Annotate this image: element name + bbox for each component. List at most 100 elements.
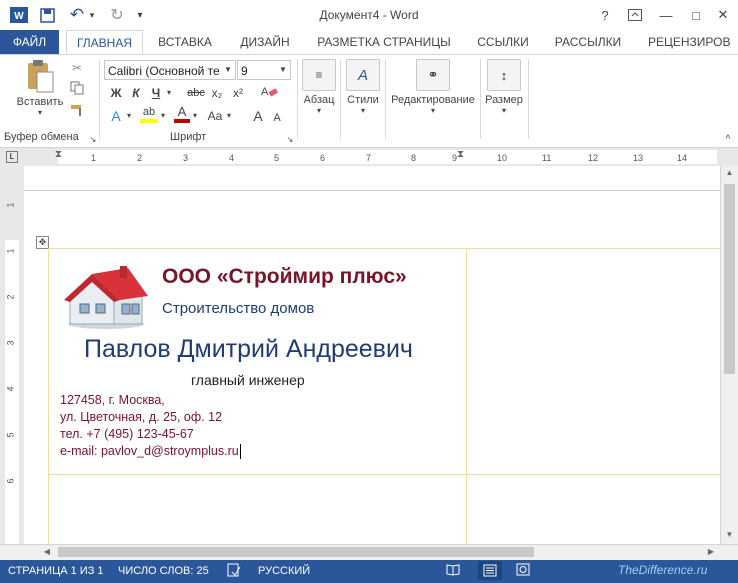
paste-dropdown-icon[interactable]: ▾	[12, 108, 68, 117]
horizontal-scrollbar[interactable]: ◀ ▶	[0, 544, 738, 560]
house-logo	[64, 266, 148, 329]
scroll-right-icon[interactable]: ▶	[704, 545, 718, 559]
styles-label: Стили	[347, 94, 379, 106]
tab-home[interactable]: ГЛАВНАЯ	[66, 30, 143, 54]
font-color-dropdown-icon[interactable]: ▾	[191, 107, 199, 125]
page-count[interactable]: СТРАНИЦА 1 ИЗ 1	[8, 565, 104, 577]
person-position[interactable]: главный инженер	[191, 372, 305, 388]
ruler-tick: 3	[183, 153, 189, 163]
underline-dropdown-icon[interactable]: ▾	[165, 84, 173, 102]
cut-icon[interactable]: ✂	[68, 59, 86, 77]
chevron-down-icon[interactable]: ▼	[276, 61, 290, 79]
tab-mailings[interactable]: РАССЫЛКИ	[548, 30, 628, 54]
ribbon-tabs: ФАЙЛ ГЛАВНАЯ ВСТАВКА ДИЗАЙН РАЗМЕТКА СТР…	[0, 30, 738, 55]
vertical-ruler[interactable]: 1 1 2 3 4 5 6	[0, 166, 24, 544]
person-name[interactable]: Павлов Дмитрий Андреевич	[84, 335, 413, 364]
font-color-button[interactable]: A	[174, 105, 190, 123]
editing-button[interactable]: ⚭ Редактирование ▾	[387, 59, 479, 115]
address-line-2[interactable]: ул. Цветочная, д. 25, оф. 12	[60, 410, 222, 424]
italic-button[interactable]: К	[128, 84, 144, 102]
strikethrough-button[interactable]: abc	[185, 84, 207, 102]
clear-formatting-icon[interactable]: A	[258, 84, 280, 102]
maximize-button[interactable]: □	[684, 5, 708, 25]
document-page[interactable]: ✥ ООО «Строймир плюс» Строительство домо…	[24, 166, 720, 544]
shrink-font-button[interactable]: A	[270, 109, 284, 127]
svg-text:A: A	[261, 86, 269, 98]
ruler-tick: 14	[677, 153, 688, 163]
text-effects-dropdown-icon[interactable]: ▾	[125, 107, 133, 125]
close-button[interactable]: ✕	[711, 5, 735, 25]
ruler-tick: 12	[588, 153, 599, 163]
tab-design[interactable]: ДИЗАЙН	[230, 30, 300, 54]
web-layout-icon[interactable]	[516, 563, 530, 579]
tab-review[interactable]: РЕЦЕНЗИРОВ	[638, 30, 734, 54]
minimize-button[interactable]: —	[654, 5, 678, 25]
print-layout-icon[interactable]	[478, 561, 502, 580]
email-text: e-mail: pavlov_d@stroymplus.ru	[60, 444, 239, 458]
company-tagline[interactable]: Строительство домов	[162, 300, 314, 317]
horizontal-ruler[interactable]: L ⧗ ⧗ 1 2 3 4 5 6 7 8 9 10 11 12 13 14	[0, 148, 738, 167]
underline-button[interactable]: Ч	[148, 84, 164, 102]
indent-marker-icon[interactable]: ⧗	[55, 149, 62, 160]
clipboard-launcher-icon[interactable]: ↘	[88, 131, 98, 149]
ruler-tick: 1	[91, 153, 97, 163]
status-bar: СТРАНИЦА 1 ИЗ 1 ЧИСЛО СЛОВ: 25 РУССКИЙ T…	[0, 560, 738, 583]
paragraph-button[interactable]: ≡ Абзац ▾	[300, 59, 338, 115]
copy-icon[interactable]	[68, 81, 86, 99]
format-painter-icon[interactable]	[68, 103, 86, 121]
tab-page-layout[interactable]: РАЗМЕТКА СТРАНИЦЫ	[310, 30, 458, 54]
styles-button[interactable]: A Стили ▾	[344, 59, 382, 115]
font-name-combo[interactable]: Calibri (Основной те ▼	[104, 60, 236, 80]
chevron-down-icon: ▾	[360, 106, 365, 115]
bold-button[interactable]: Ж	[108, 84, 124, 102]
paste-label: Вставить	[16, 96, 64, 108]
scroll-down-icon[interactable]: ▼	[721, 528, 738, 542]
highlight-button[interactable]: ab	[140, 105, 158, 123]
word-count[interactable]: ЧИСЛО СЛОВ: 25	[118, 565, 209, 577]
company-name[interactable]: ООО «Строймир плюс»	[162, 265, 407, 289]
right-indent-marker-icon[interactable]: ⧗	[457, 149, 464, 160]
scroll-left-icon[interactable]: ◀	[40, 545, 54, 559]
horizontal-scroll-thumb[interactable]	[58, 547, 534, 557]
collapse-ribbon-icon[interactable]: ^	[722, 131, 734, 149]
tab-references[interactable]: ССЫЛКИ	[468, 30, 538, 54]
clipboard-group-label: Буфер обмена	[4, 131, 79, 143]
chevron-down-icon[interactable]: ▼	[221, 61, 235, 79]
scroll-up-icon[interactable]: ▲	[721, 166, 738, 180]
size-icon: ↕	[487, 59, 521, 91]
proofing-icon[interactable]	[227, 563, 241, 580]
paste-button[interactable]: Вставить ▾	[12, 59, 68, 117]
font-name-value: Calibri (Основной те	[108, 64, 220, 78]
ruler-tick: 1	[5, 202, 16, 208]
email[interactable]: e-mail: pavlov_d@stroymplus.ru	[60, 444, 241, 460]
language-indicator[interactable]: РУССКИЙ	[258, 565, 310, 577]
address-line-1[interactable]: 127458, г. Москва,	[60, 393, 165, 407]
help-button[interactable]: ?	[593, 5, 617, 25]
table-border	[48, 474, 720, 475]
tab-insert[interactable]: ВСТАВКА	[150, 30, 220, 54]
phone[interactable]: тел. +7 (495) 123-45-67	[60, 427, 194, 441]
superscript-button[interactable]: x²	[230, 84, 246, 102]
font-size-combo[interactable]: 9 ▼	[237, 60, 291, 80]
change-case-button[interactable]: Aa	[205, 107, 225, 125]
text-effects-button[interactable]: A	[108, 107, 124, 125]
font-launcher-icon[interactable]: ↘	[285, 131, 295, 149]
tab-selector-icon[interactable]: L	[6, 151, 18, 163]
vertical-scroll-thumb[interactable]	[724, 184, 735, 374]
read-mode-icon[interactable]	[446, 563, 460, 579]
vertical-scrollbar[interactable]: ▲ ▼	[720, 166, 738, 544]
ribbon-display-options-icon[interactable]	[623, 5, 647, 25]
table-border	[466, 248, 467, 544]
tab-file[interactable]: ФАЙЛ	[0, 30, 59, 54]
subscript-button[interactable]: x₂	[209, 84, 225, 102]
highlight-dropdown-icon[interactable]: ▾	[159, 107, 167, 125]
change-case-dropdown-icon[interactable]: ▾	[225, 107, 233, 125]
ribbon: Вставить ▾ ✂ Буфер обмена ↘ Calibri (Осн…	[0, 55, 738, 148]
size-label: Размер	[485, 94, 523, 106]
text-cursor	[239, 444, 241, 460]
ruler-tick: 1	[5, 248, 16, 254]
grow-font-button[interactable]: A	[250, 107, 266, 125]
size-button[interactable]: ↕ Размер ▾	[484, 59, 524, 115]
ruler-tick: 5	[5, 432, 16, 438]
chevron-down-icon: ▾	[430, 106, 435, 115]
